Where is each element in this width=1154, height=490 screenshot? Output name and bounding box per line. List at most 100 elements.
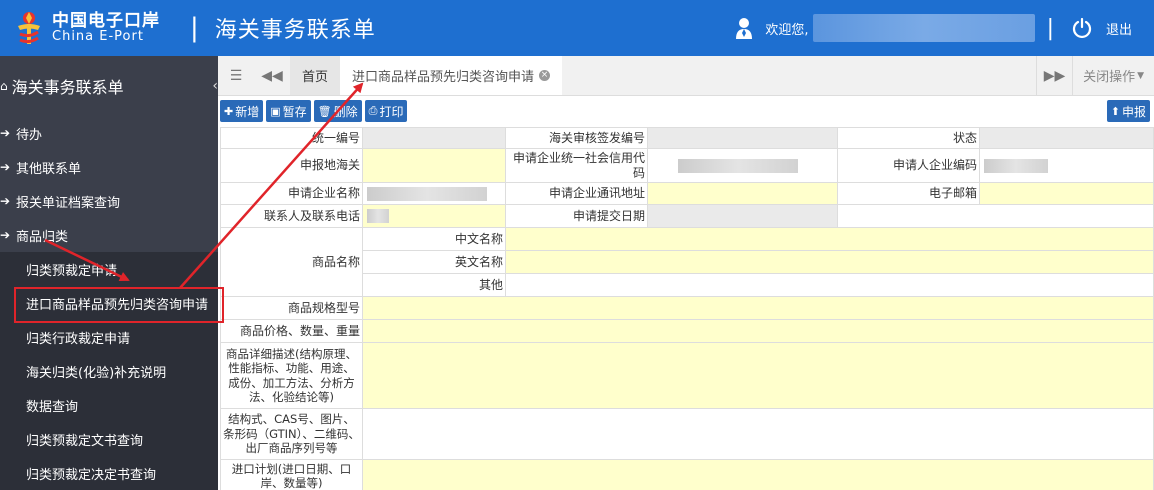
credit-code-field [647,148,838,183]
upload-icon: ⬆ [1110,104,1120,118]
tab-bar: ☰ ◀◀ 首页 进口商品样品预先归类咨询申请 × ▶▶ 关闭操作 ▼ [218,56,1154,96]
save-label: 暂存 [282,104,307,119]
menu-arrow-icon: ➔ [0,126,11,140]
tab-label: 进口商品样品预先归类咨询申请 [352,70,535,85]
floppy-icon: ▣ [270,104,281,118]
label-email: 电子邮箱 [837,182,980,205]
header-separator: | [190,13,199,43]
sidebar-item-archive-query[interactable]: ➔ 报关单证档案查询 [0,184,218,218]
sidebar-item-todo[interactable]: ➔ 待办 [0,116,218,150]
print-label: 打印 [379,104,404,119]
submit-label: 申报 [1121,104,1146,119]
empty-cell [837,204,1154,228]
caret-down-icon: ▼ [1137,70,1144,81]
label-en-name: 英文名称 [362,250,506,274]
scroll-right-icon[interactable]: ▶▶ [1036,56,1072,95]
label-goods-name: 商品名称 [220,227,363,297]
sidebar-item-label: 报关单证档案查询 [16,195,121,211]
close-tab-icon[interactable]: × [539,70,551,81]
logo-cn-text: 中国电子口岸 [52,10,160,31]
sidebar-title-text: 海关事务联系单 [11,78,124,97]
structure-input[interactable] [362,408,1154,460]
label-cn-name: 中文名称 [362,227,506,251]
spec-model-input[interactable] [362,296,1154,320]
email-input[interactable] [979,182,1154,205]
sidebar-sub-document-query[interactable]: 归类预裁定文书查询 [0,422,218,456]
menu-arrow-icon: ➔ [0,194,11,208]
tab-import-sample[interactable]: 进口商品样品预先归类咨询申请 × [340,56,563,95]
logo-en-text: China E-Port [52,29,144,45]
detail-desc-textarea[interactable] [362,342,1154,409]
sidebar-item-label: 其他联系单 [16,161,82,177]
printer-icon: ⎙ [368,104,378,117]
company-address-input[interactable] [647,182,838,205]
sidebar-item-classification[interactable]: ➔ 商品归类 [0,218,218,252]
sidebar-sub-supplement[interactable]: 海关归类(化验)补充说明 [0,354,218,388]
label-unified-no: 统一编号 [220,127,363,149]
contact-input[interactable] [362,204,506,228]
submit-date-field [647,204,838,228]
form-toolbar: ✚ 新增 ▣ 暂存 🗑 删除 ⎙ 打印 ⬆ 申报 [218,97,1154,125]
applicant-code-field [979,148,1154,183]
page-title: 海关事务联系单 [214,18,376,43]
unified-no-field [362,127,506,149]
close-ops-label: 关闭操作 [1083,70,1136,85]
label-other: 其他 [362,273,506,297]
label-status: 状态 [837,127,980,149]
plus-icon: ✚ [224,104,234,118]
label-structure: 结构式、CAS号、图片、条形码（GTIN）、二维码、出厂商品序列号等 [220,408,363,460]
en-name-input[interactable] [505,250,1154,274]
close-operations-dropdown[interactable]: 关闭操作 ▼ [1072,56,1154,95]
sidebar-sub-data-query[interactable]: 数据查询 [0,388,218,422]
save-draft-button[interactable]: ▣ 暂存 [266,100,311,122]
customs-sign-no-field [647,127,838,149]
add-label: 新增 [235,104,260,119]
label-company-address: 申请企业通讯地址 [505,182,648,205]
price-qty-weight-input[interactable] [362,319,1154,343]
logout-button[interactable]: 退出 [1106,19,1132,38]
delete-button[interactable]: 🗑 删除 [313,100,362,122]
sidebar-item-other-contact[interactable]: ➔ 其他联系单 [0,150,218,184]
trash-icon: 🗑 [317,104,332,118]
label-customs-sign-no: 海关审核签发编号 [505,127,648,149]
menu-arrow-icon: ➔ [0,160,11,174]
header-separator-2: | [1046,15,1054,41]
sidebar-sub-decision-query[interactable]: 归类预裁定决定书查询 [0,456,218,490]
welcome-text: 欢迎您, [765,22,809,38]
sidebar-home-icon: ⌂ [0,79,8,93]
sidebar-item-label: 待办 [16,127,43,143]
power-icon[interactable] [1072,18,1092,38]
label-declare-customs: 申报地海关 [220,148,363,183]
sidebar: ⌂ 海关事务联系单 ‹ ➔ 待办 ➔ 其他联系单 ➔ 报关单证档案查询 ➔ 商品归类 归… [0,56,218,490]
scroll-left-icon[interactable]: ◀◀ [254,56,290,95]
china-eport-logo-icon [18,12,40,44]
menu-arrow-icon: ➔ [0,228,11,242]
add-button[interactable]: ✚ 新增 [220,100,264,122]
submit-button[interactable]: ⬆ 申报 [1106,100,1150,122]
sidebar-sub-admin-ruling[interactable]: 归类行政裁定申请 [0,320,218,354]
label-submit-date: 申请提交日期 [505,204,648,228]
label-import-plan: 进口计划(进口日期、口岸、数量等) [220,459,363,490]
user-icon [736,18,753,39]
label-contact: 联系人及联系电话 [220,204,363,228]
app-header: 中国电子口岸 China E-Port | 海关事务联系单 欢迎您, | 退出 [0,0,1154,56]
tab-home[interactable]: 首页 [290,56,341,95]
menu-toggle-icon[interactable]: ☰ [218,56,254,95]
cn-name-input[interactable] [505,227,1154,251]
label-price-qty-weight: 商品价格、数量、重量 [220,319,363,343]
other-input[interactable] [505,273,1154,297]
label-company-name: 申请企业名称 [220,182,363,205]
company-name-field [362,182,506,205]
declare-customs-input[interactable] [362,148,506,183]
label-spec-model: 商品规格型号 [220,296,363,320]
label-credit-code: 申请企业统一社会信用代码 [505,148,648,183]
sidebar-item-label: 商品归类 [16,229,69,245]
sidebar-sub-pre-ruling[interactable]: 归类预裁定申请 [0,252,218,286]
delete-label: 删除 [333,104,358,119]
label-detail-desc: 商品详细描述(结构原理、性能指标、功能、用途、成份、加工方法、分析方法、化验结论… [220,342,363,409]
print-button[interactable]: ⎙ 打印 [364,100,408,122]
import-plan-input[interactable] [362,459,1154,490]
username-redacted [812,14,1035,42]
status-field [979,127,1154,149]
highlight-box [14,287,224,323]
